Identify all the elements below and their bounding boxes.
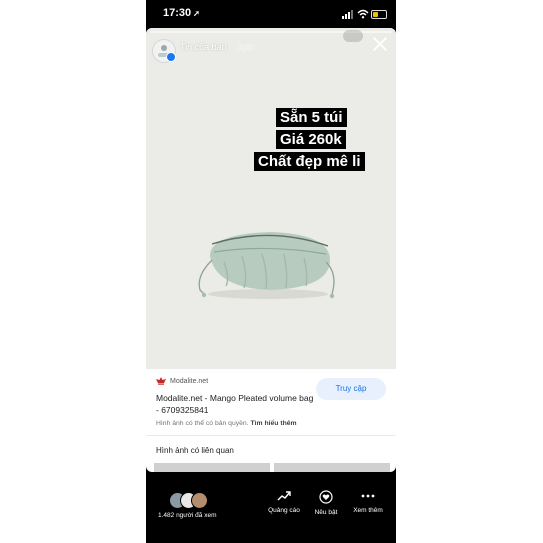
promote-button[interactable]: Quảng cáo — [261, 490, 307, 514]
product-bag-image — [198, 232, 335, 299]
viewer-avatar-3 — [191, 492, 208, 509]
story-card: Tin của bạn 3giờ Sẵn 5 túi Giá 260k Chất… — [146, 28, 396, 472]
location-arrow-icon: ➚ — [193, 9, 200, 18]
story-pill — [343, 30, 363, 42]
caption-line-2: Giá 260k — [276, 130, 346, 149]
wifi-icon — [357, 9, 369, 19]
related-images-heading: Hình ảnh có liên quan — [156, 446, 234, 455]
promote-label: Quảng cáo — [268, 507, 300, 514]
promote-icon — [277, 491, 291, 501]
highlight-icon — [319, 490, 333, 504]
more-button[interactable]: Xem thêm — [345, 490, 391, 514]
close-icon[interactable] — [372, 36, 388, 52]
site-logo-icon — [156, 377, 166, 385]
copyright-text: Hình ảnh có thể có bản quyền. — [156, 420, 249, 427]
phone-screen: 17:30 ➚ Tin của bạn 3giờ Sẵn 5 túi Giá 2… — [146, 0, 396, 543]
battery-icon — [371, 10, 387, 19]
viewer-count[interactable]: 1.482 người đã xem — [158, 512, 216, 519]
more-label: Xem thêm — [353, 507, 383, 514]
highlight-label: Nêu bật — [314, 509, 338, 516]
status-bar: 17:30 ➚ — [146, 0, 396, 28]
story-time: 3giờ — [237, 42, 255, 52]
clock-text: 17:30 — [163, 7, 192, 19]
caption-line-3: Chất đẹp mê li — [254, 152, 365, 171]
story-photo: Tin của bạn 3giờ Sẵn 5 túi Giá 260k Chất… — [146, 28, 396, 369]
divider — [146, 435, 396, 436]
signal-icon — [342, 10, 356, 19]
story-author: Tin của bạn — [180, 42, 227, 52]
related-thumbnail-1[interactable] — [154, 463, 270, 472]
link-title[interactable]: Modalite.net - Mango Pleated volume bag … — [156, 392, 316, 416]
link-site: Modalite.net — [170, 378, 209, 385]
visit-button[interactable]: Truy cập — [316, 378, 386, 400]
caption-line-1: Sẵn 5 túi — [276, 108, 347, 127]
copyright-note: Hình ảnh có thể có bản quyền. Tìm hiểu t… — [156, 420, 297, 427]
highlight-button[interactable]: Nêu bật — [303, 490, 349, 516]
related-thumbnail-2[interactable] — [274, 463, 390, 472]
viewer-avatars[interactable] — [169, 492, 219, 510]
status-time: 17:30 ➚ — [163, 7, 200, 19]
learn-more-link[interactable]: Tìm hiểu thêm — [250, 420, 296, 427]
more-icon — [361, 494, 375, 498]
verified-badge-icon — [166, 52, 176, 62]
